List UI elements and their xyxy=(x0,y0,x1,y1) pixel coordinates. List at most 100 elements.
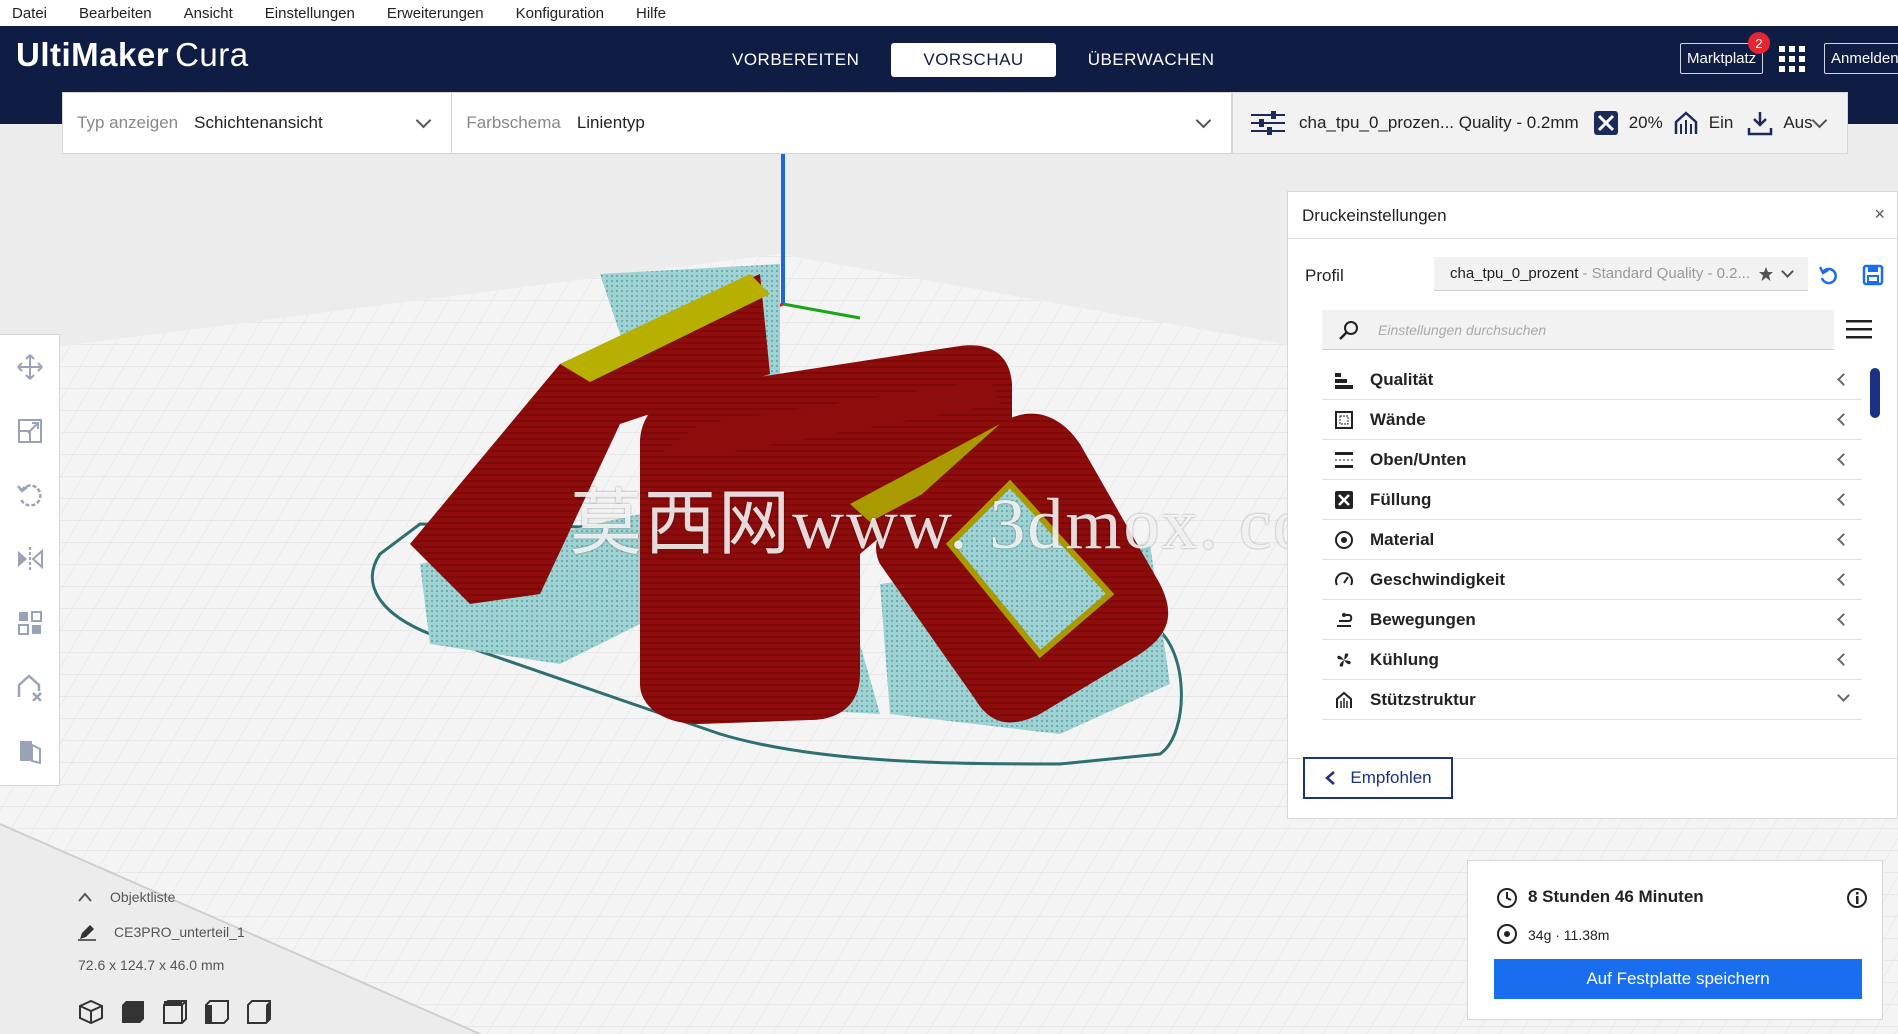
category-infill[interactable]: Füllung xyxy=(1322,480,1862,520)
category-support[interactable]: Stützstruktur xyxy=(1322,680,1862,720)
chevron-left-icon xyxy=(1837,533,1850,546)
logo-thin-text: Cura xyxy=(175,36,249,73)
color-scheme-select[interactable]: Farbschema Linientyp xyxy=(452,93,1231,153)
walls-icon xyxy=(1334,410,1354,430)
settings-search-input[interactable]: Einstellungen durchsuchen xyxy=(1322,310,1834,350)
menu-icon[interactable] xyxy=(1846,318,1872,340)
infill-icon xyxy=(1334,490,1354,510)
app-logo: UltiMaker Cura xyxy=(16,36,249,74)
save-profile-icon[interactable] xyxy=(1862,264,1884,286)
profile-name: cha_tpu_0_prozent xyxy=(1450,265,1579,282)
chevron-left-icon xyxy=(1837,573,1850,586)
rotate-tool[interactable] xyxy=(0,463,60,527)
category-label: Stützstruktur xyxy=(1370,689,1476,709)
category-walls[interactable]: Wände xyxy=(1322,400,1862,440)
menu-datei[interactable]: Datei xyxy=(12,5,47,22)
category-speed[interactable]: Geschwindigkeit xyxy=(1322,560,1862,600)
category-label: Kühlung xyxy=(1370,649,1439,669)
chevron-left-icon xyxy=(1837,613,1850,626)
chevron-left-icon xyxy=(1837,413,1850,426)
travel-icon xyxy=(1334,610,1354,630)
menu-hilfe[interactable]: Hilfe xyxy=(636,5,666,22)
category-label: Oben/Unten xyxy=(1370,449,1467,469)
object-list-header[interactable]: Objektliste xyxy=(78,889,272,905)
category-label: Füllung xyxy=(1370,489,1432,509)
cooling-fan-icon xyxy=(1334,650,1354,670)
stage-tabs: VORBEREITEN VORSCHAU ÜBERWACHEN xyxy=(700,43,1247,77)
login-button[interactable]: Anmelden xyxy=(1824,43,1898,74)
mirror-tool[interactable] xyxy=(0,527,60,591)
material-spool-icon xyxy=(1497,924,1517,944)
menu-konfiguration[interactable]: Konfiguration xyxy=(516,5,604,22)
infill-icon xyxy=(1593,111,1618,135)
model-library-icon xyxy=(20,741,41,765)
scale-tool[interactable] xyxy=(0,399,60,463)
color-scheme-label: Farbschema xyxy=(466,113,561,132)
open-file-tool[interactable] xyxy=(0,719,60,783)
profile-label: Profil xyxy=(1305,266,1344,285)
recommended-label: Empfohlen xyxy=(1350,768,1432,787)
support-blocker-tool[interactable] xyxy=(0,655,60,719)
menu-ansicht[interactable]: Ansicht xyxy=(184,5,233,22)
category-cooling[interactable]: Kühlung xyxy=(1322,640,1862,680)
view-top-icon[interactable] xyxy=(162,999,188,1025)
per-model-settings-tool[interactable] xyxy=(0,591,60,655)
clock-icon xyxy=(1497,888,1517,908)
profile-select[interactable]: cha_tpu_0_prozent - Standard Quality - 0… xyxy=(1434,257,1808,291)
chevron-up-icon xyxy=(78,892,92,902)
apps-grid-icon[interactable] xyxy=(1779,46,1805,72)
view-front-icon[interactable] xyxy=(120,999,146,1025)
menu-einstellungen[interactable]: Einstellungen xyxy=(265,5,355,22)
view-right-icon[interactable] xyxy=(246,999,272,1025)
adhesion-value: Aus xyxy=(1783,113,1813,132)
logo-bold-text: UltiMaker xyxy=(16,36,170,73)
infill-value: 20% xyxy=(1628,113,1663,132)
category-label: Geschwindigkeit xyxy=(1370,569,1506,589)
settings-scrollbar[interactable] xyxy=(1870,368,1880,418)
category-travel[interactable]: Bewegungen xyxy=(1322,600,1862,640)
adhesion-icon xyxy=(1748,112,1773,136)
watermark-text: 莫西网www. 3dmox. com xyxy=(570,484,1370,564)
save-to-disk-button[interactable]: Auf Festplatte speichern xyxy=(1494,959,1862,999)
edit-pencil-icon[interactable] xyxy=(78,923,96,941)
per-model-settings-icon xyxy=(18,611,42,635)
tool-sidebar xyxy=(0,334,60,786)
move-tool[interactable] xyxy=(0,335,60,399)
search-icon xyxy=(1339,321,1358,340)
sliders-icon xyxy=(1251,111,1285,135)
chevron-down-icon xyxy=(1811,112,1828,129)
close-icon[interactable]: × xyxy=(1874,204,1885,225)
object-row[interactable]: CE3PRO_unterteil_1 xyxy=(78,923,272,941)
chevron-left-icon xyxy=(1837,453,1850,466)
recommended-button[interactable]: Empfohlen xyxy=(1303,757,1453,799)
print-estimate-panel: 8 Stunden 46 Minuten 34g · 11.38m Auf Fe… xyxy=(1467,860,1883,1020)
category-label: Bewegungen xyxy=(1370,609,1476,629)
support-value: Ein xyxy=(1708,113,1734,132)
category-top-bottom[interactable]: Oben/Unten xyxy=(1322,440,1862,480)
menu-bearbeiten[interactable]: Bearbeiten xyxy=(79,5,152,22)
profile-quality: - Standard Quality - 0.2... xyxy=(1582,265,1751,282)
tab-monitor[interactable]: ÜBERWACHEN xyxy=(1056,43,1247,77)
print-settings-summary[interactable]: cha_tpu_0_prozen... Quality - 0.2mm 20% … xyxy=(1232,92,1848,154)
chevron-left-icon xyxy=(1837,373,1850,386)
view-3d-icon[interactable] xyxy=(78,999,104,1025)
speed-icon xyxy=(1334,570,1354,590)
category-material[interactable]: Material xyxy=(1322,520,1862,560)
chevron-left-icon xyxy=(1325,771,1336,785)
view-type-select[interactable]: Typ anzeigen Schichtenansicht xyxy=(63,93,453,153)
info-icon[interactable] xyxy=(1846,887,1868,909)
view-left-icon[interactable] xyxy=(204,999,230,1025)
panel-title: Druckeinstellungen xyxy=(1302,206,1447,225)
category-quality[interactable]: Qualität xyxy=(1322,360,1862,400)
divider xyxy=(1288,238,1897,239)
view-bar: Typ anzeigen Schichtenansicht Farbschema… xyxy=(62,92,1232,154)
chevron-down-icon xyxy=(1837,689,1850,702)
tab-preview[interactable]: VORSCHAU xyxy=(891,43,1056,77)
chevron-down-icon xyxy=(416,112,432,129)
menu-erweiterungen[interactable]: Erweiterungen xyxy=(387,5,484,22)
reset-icon[interactable] xyxy=(1818,264,1840,286)
mirror-icon xyxy=(18,547,43,571)
tab-prepare[interactable]: VORBEREITEN xyxy=(700,43,891,77)
favorite-star-icon[interactable] xyxy=(1758,266,1774,282)
material-icon xyxy=(1334,530,1354,550)
